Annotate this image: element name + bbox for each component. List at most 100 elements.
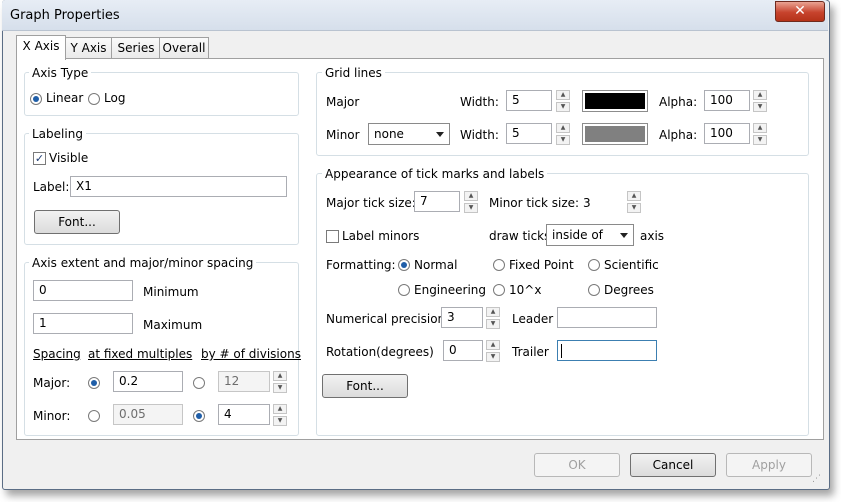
draw-ticks-select[interactable]: inside of [546,224,634,246]
spin-down-icon[interactable]: ▼ [464,203,478,213]
major-tick-size-spinner[interactable]: ▲ ▼ [464,191,478,213]
visible-checkbox[interactable]: ✓ [33,152,46,165]
grid-minor-color-button[interactable] [582,123,648,145]
spin-up-icon[interactable]: ▲ [486,340,500,350]
spin-down-icon[interactable]: ▼ [753,135,767,145]
tab-series[interactable]: Series [111,37,161,59]
label-minors-checkbox[interactable] [326,230,339,243]
scientific-radio[interactable] [588,259,600,271]
engineering-label: Engineering [414,283,486,297]
cancel-button[interactable]: Cancel [630,453,716,477]
leader-input[interactable] [557,307,657,328]
major-tick-size-input[interactable]: 7 [414,191,460,212]
minor-divisions-radio[interactable] [193,410,205,422]
maximum-input[interactable]: 1 [33,313,133,334]
minor-tick-size-value[interactable]: 3 [583,196,591,210]
title-bar[interactable] [2,0,828,31]
grid-minor-alpha-spinner[interactable]: ▲ ▼ [753,123,767,145]
ten-x-radio[interactable] [493,284,505,296]
grid-minor-select[interactable]: none [368,123,450,145]
spin-down-icon[interactable]: ▼ [627,203,641,213]
ticks-title: Appearance of tick marks and labels [322,167,548,181]
spin-up-icon[interactable]: ▲ [556,123,570,133]
major-fixed-input[interactable]: 0.2 [113,371,183,392]
grid-major-width-spinner[interactable]: ▲ ▼ [556,90,570,112]
tab-x-axis[interactable]: X Axis [16,35,66,60]
major-fixed-radio[interactable] [88,377,100,389]
linear-radio[interactable] [30,93,42,105]
spin-up-icon[interactable]: ▲ [464,191,478,201]
ticks-font-button[interactable]: Font... [322,374,408,398]
degrees-label: Degrees [604,283,654,297]
fixed-point-label: Fixed Point [509,258,574,272]
grid-minor-width-spinner[interactable]: ▲ ▼ [556,123,570,145]
grid-major-alpha-input[interactable]: 100 [704,90,750,111]
spin-up-icon[interactable]: ▲ [753,90,767,100]
major-divisions-spinner[interactable]: ▲ ▼ [273,371,287,393]
minor-tick-size-spinner[interactable]: ▲ ▼ [627,191,641,213]
minor-divisions-spinner[interactable]: ▲ ▼ [273,404,287,426]
visible-label: Visible [49,151,89,165]
tab-overall[interactable]: Overall [159,37,209,59]
degrees-radio[interactable] [588,284,600,296]
major-spacing-label: Major: [33,376,71,390]
labeling-title: Labeling [29,127,86,141]
spin-up-icon[interactable]: ▲ [273,404,287,414]
resize-grip-icon[interactable]: ⋰ [812,474,824,486]
precision-label: Numerical precision [326,312,446,326]
grid-major-width-input[interactable]: 5 [506,90,552,111]
normal-radio[interactable] [398,259,410,271]
grid-major-color-button[interactable] [582,90,648,112]
ok-button[interactable]: OK [534,453,620,477]
major-divisions-input[interactable]: 12 [218,371,270,392]
grid-major-alpha-label: Alpha: [659,95,698,109]
rotation-label: Rotation(degrees) [326,345,434,359]
log-radio[interactable] [88,93,100,105]
spin-down-icon[interactable]: ▼ [273,416,287,426]
spin-down-icon[interactable]: ▼ [486,319,500,329]
label-input[interactable]: X1 [70,176,287,197]
normal-label: Normal [414,258,458,272]
spin-down-icon[interactable]: ▼ [273,383,287,393]
log-label: Log [104,91,126,105]
fixed-point-radio[interactable] [493,259,505,271]
spin-down-icon[interactable]: ▼ [486,352,500,362]
minor-fixed-radio[interactable] [88,410,100,422]
precision-spinner[interactable]: ▲ ▼ [486,307,500,329]
minor-fixed-input[interactable]: 0.05 [113,404,183,425]
spin-up-icon[interactable]: ▲ [627,191,641,201]
spin-up-icon[interactable]: ▲ [753,123,767,133]
spin-down-icon[interactable]: ▼ [753,102,767,112]
minor-divisions-input[interactable]: 4 [218,404,270,425]
trailer-label: Trailer [512,345,549,359]
precision-input[interactable]: 3 [441,307,483,328]
engineering-radio[interactable] [398,284,410,296]
close-button[interactable]: ✕ [775,1,825,22]
apply-button[interactable]: Apply [726,453,812,477]
minimum-input[interactable]: 0 [33,280,133,301]
trailer-input[interactable] [557,340,657,361]
grid-minor-alpha-input[interactable]: 100 [704,123,750,144]
chevron-down-icon [620,233,628,238]
maximum-label: Maximum [143,318,203,332]
scientific-label: Scientific [604,258,659,272]
spin-down-icon[interactable]: ▼ [556,102,570,112]
spin-up-icon[interactable]: ▲ [556,90,570,100]
rotation-spinner[interactable]: ▲ ▼ [486,340,500,362]
spin-down-icon[interactable]: ▼ [556,135,570,145]
grid-major-label: Major [326,95,360,109]
major-divisions-radio[interactable] [193,377,205,389]
grid-minor-select-value: none [374,127,404,141]
spacing-label: Spacing [33,347,81,361]
axis-label: axis [640,229,665,243]
grid-major-alpha-spinner[interactable]: ▲ ▼ [753,90,767,112]
grid-minor-width-input[interactable]: 5 [506,123,552,144]
spin-up-icon[interactable]: ▲ [486,307,500,317]
window-title: Graph Properties [10,8,120,23]
spin-up-icon[interactable]: ▲ [273,371,287,381]
grid-lines-title: Grid lines [322,66,385,80]
tab-y-axis[interactable]: Y Axis [64,37,113,59]
minimum-label: Minimum [143,285,199,299]
rotation-input[interactable]: 0 [443,340,483,361]
labeling-font-button[interactable]: Font... [34,210,120,234]
